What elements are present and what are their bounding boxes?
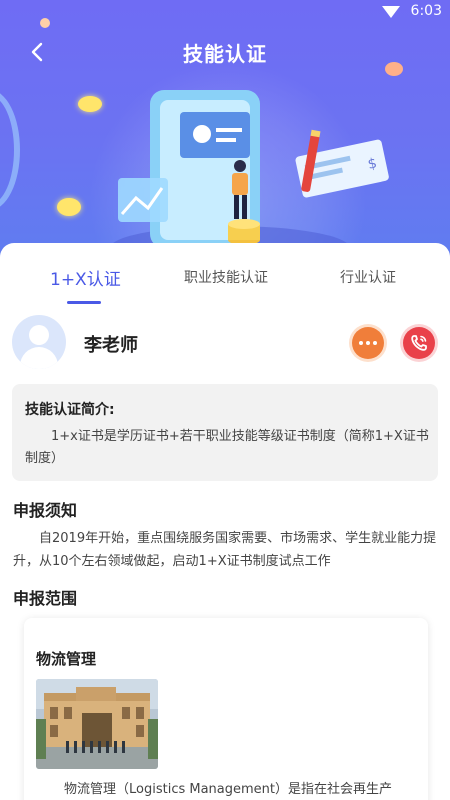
- tab-bar: 1+X认证 职业技能认证 行业认证: [0, 243, 450, 304]
- tab-industry-certification[interactable]: 行业认证: [340, 267, 396, 287]
- message-button[interactable]: [352, 327, 384, 359]
- certificate-illustration: $: [110, 90, 389, 260]
- teacher-name: 李老师: [84, 335, 138, 356]
- logistics-building-photo: [36, 679, 158, 769]
- tab-1x-certification[interactable]: 1+X认证: [50, 265, 121, 290]
- phone-icon: [411, 335, 427, 351]
- message-icon: [359, 341, 377, 345]
- tab-vocational-skill-certification[interactable]: 职业技能认证: [184, 267, 268, 287]
- active-tab-indicator: [67, 301, 101, 304]
- scope-item-description: 物流管理（Logistics Management）是指在社会再生产: [64, 782, 393, 797]
- coin-decoration: [40, 18, 50, 28]
- scope-section-title: 申报范围: [13, 589, 78, 608]
- teacher-contact-row: 李老师: [0, 315, 450, 371]
- coin-decoration: [78, 96, 102, 112]
- hero-ring-decoration: [0, 90, 20, 210]
- page-title: 技能认证: [183, 42, 267, 66]
- scope-card[interactable]: 物流管理 物流管理（Logistics Management）是指在社会再生产: [24, 618, 428, 800]
- wifi-icon: [382, 6, 400, 18]
- notice-text: 自2019年开始，重点围绕服务国家需要、市场需求、学生就业能力提升，从10个左右…: [13, 531, 437, 569]
- notice-section-title: 申报须知: [13, 501, 78, 520]
- status-time: 6:03: [410, 3, 442, 19]
- content-panel: 1+X认证 职业技能认证 行业认证 李老师 技能认证简介: 1+x证书是学历证书…: [0, 243, 450, 800]
- intro-text: 1+x证书是学历证书+若干职业技能等级证书制度（简称1+X证书制度）: [25, 429, 429, 466]
- intro-title: 技能认证简介:: [25, 402, 115, 418]
- hero-banner: 6:03 技能认证 $: [0, 0, 450, 262]
- call-button[interactable]: [403, 327, 435, 359]
- intro-box: 技能认证简介: 1+x证书是学历证书+若干职业技能等级证书制度（简称1+X证书制…: [12, 384, 438, 481]
- status-bar: 6:03: [0, 0, 450, 24]
- avatar-placeholder-icon: [12, 315, 66, 369]
- coin-decoration: [57, 198, 81, 216]
- scope-item-title: 物流管理: [36, 650, 97, 668]
